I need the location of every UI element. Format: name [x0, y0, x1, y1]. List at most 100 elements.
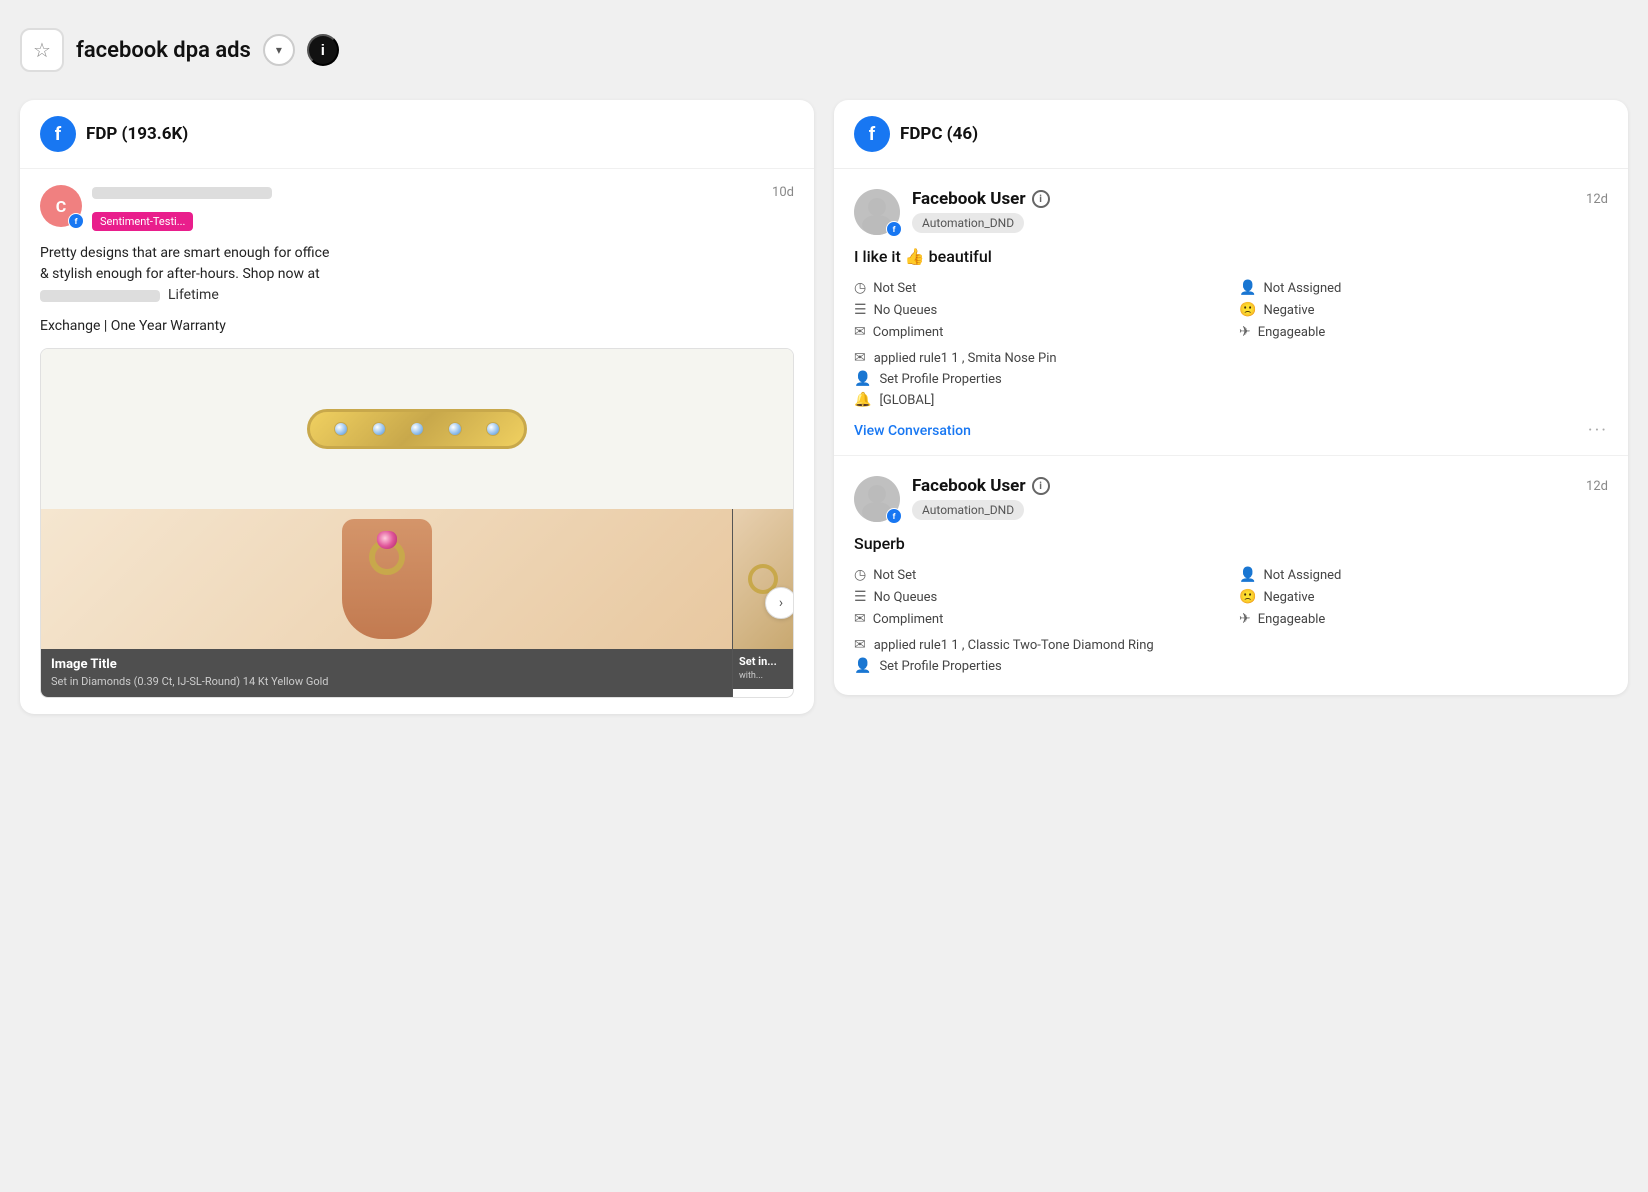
clock-icon-2: ◷ — [854, 567, 866, 583]
meta-profile-1: 👤 Set Profile Properties — [854, 371, 1608, 387]
blurred-username — [92, 187, 272, 199]
post-top: 10d Sentiment-Testi... — [92, 185, 794, 231]
person-icon: 👤 — [1239, 280, 1256, 296]
comment-2-time: 12d — [1586, 479, 1608, 494]
intent-icon: ✉ — [854, 324, 866, 340]
fdpc-panel: f FDPC (46) f Facebook User i 12d — [834, 100, 1628, 695]
carousel-item-1: Image Title Set in Diamonds (0.39 Ct, IJ… — [41, 509, 733, 697]
meta-assigned-1: 👤 Not Assigned — [1239, 280, 1608, 296]
comment-1-username: Facebook User i — [912, 189, 1050, 209]
queue-icon: ☰ — [854, 302, 867, 318]
main-layout: f FDP (193.6K) C f 10d Sentiment-Testi..… — [20, 100, 1628, 714]
fdp-post-card: C f 10d Sentiment-Testi... Pretty design… — [20, 169, 814, 714]
carousel-item-1-subtitle: Set in Diamonds (0.39 Ct, IJ-SL-Round) 1… — [51, 675, 722, 689]
comment-1-time: 12d — [1586, 192, 1608, 207]
chevron-down-icon: ▾ — [276, 43, 282, 57]
comment-2-message: Superb — [854, 534, 1608, 553]
comment-1-header: f Facebook User i 12d Automation_DND — [854, 189, 1608, 235]
comment-card-2: f Facebook User i 12d Automation_DND — [834, 456, 1628, 695]
comment-2-fb-badge: f — [886, 508, 902, 524]
ring-visual-container — [41, 509, 732, 649]
fdpc-fb-icon: f — [854, 116, 890, 152]
fdpc-panel-title: FDPC (46) — [900, 124, 978, 144]
comment-2-badge: Automation_DND — [912, 500, 1024, 520]
comment-1-meta-grid: ◷ Not Set 👤 Not Assigned ☰ No Queues 🙁 N… — [854, 280, 1608, 340]
post-top-row: 10d — [92, 185, 794, 200]
comment-1-badge: Automation_DND — [912, 213, 1024, 233]
carousel-item-1-title: Image Title — [51, 657, 722, 672]
page-title: facebook dpa ads — [76, 38, 251, 63]
rule-icon: ✉ — [854, 350, 866, 366]
comment-2-meta-grid: ◷ Not Set 👤 Not Assigned ☰ No Queues 🙁 N… — [854, 567, 1608, 627]
fdp-panel-title: FDP (193.6K) — [86, 124, 188, 144]
meta-assigned-2: 👤 Not Assigned — [1239, 567, 1608, 583]
app-header: ☆ facebook dpa ads ▾ i — [20, 20, 1628, 80]
fb-badge: f — [68, 213, 84, 229]
comment-1-fb-badge: f — [886, 221, 902, 237]
clock-icon: ◷ — [854, 280, 866, 296]
meta-intent-2: ✉ Compliment — [854, 611, 1223, 627]
comment-2-info-icon: i — [1032, 477, 1050, 495]
meta-queues-2: ☰ No Queues — [854, 589, 1223, 605]
sentiment-icon: 🙁 — [1239, 302, 1256, 318]
carousel-item-2-overlay: Set in... with... — [733, 649, 793, 689]
meta-engageable-1: ✈ Engageable — [1239, 324, 1608, 340]
post-time: 10d — [772, 185, 794, 200]
gem-1 — [334, 422, 348, 436]
engageable-icon: ✈ — [1239, 324, 1251, 340]
carousel-top — [41, 349, 793, 509]
engageable-icon-2: ✈ — [1239, 611, 1251, 627]
intent-icon-2: ✉ — [854, 611, 866, 627]
fdp-panel: f FDP (193.6K) C f 10d Sentiment-Testi..… — [20, 100, 814, 714]
carousel-next-button[interactable]: › — [765, 587, 794, 619]
queue-icon-2: ☰ — [854, 589, 867, 605]
meta-profile-2: 👤 Set Profile Properties — [854, 658, 1608, 674]
meta-sentiment-1: 🙁 Negative — [1239, 302, 1608, 318]
comment-1-user-row: Facebook User i 12d — [912, 189, 1608, 209]
profile-icon: 👤 — [854, 371, 871, 387]
meta-queues-1: ☰ No Queues — [854, 302, 1223, 318]
post-footer: Exchange | One Year Warranty — [40, 318, 794, 334]
comment-1-user-info: Facebook User i 12d Automation_DND — [912, 189, 1608, 233]
meta-intent-1: ✉ Compliment — [854, 324, 1223, 340]
comment-2-avatar: f — [854, 476, 900, 522]
meta-global-1: 🔔 [GLOBAL] — [854, 392, 1608, 408]
comment-2-user-row: Facebook User i 12d — [912, 476, 1608, 496]
gem-4 — [448, 422, 462, 436]
comment-2-user-info: Facebook User i 12d Automation_DND — [912, 476, 1608, 520]
carousel-items-row: Image Title Set in Diamonds (0.39 Ct, IJ… — [41, 509, 793, 697]
comment-card-1: f Facebook User i 12d Automation_DND — [834, 169, 1628, 456]
sentiment-tag: Sentiment-Testi... — [92, 212, 193, 231]
carousel-item-2-subtitle: with... — [739, 671, 787, 683]
post-subtext: Lifetime — [40, 285, 794, 306]
sentiment-icon-2: 🙁 — [1239, 589, 1256, 605]
fdpc-panel-header: f FDPC (46) — [834, 100, 1628, 169]
gem-2 — [372, 422, 386, 436]
view-conversation-link-1[interactable]: View Conversation — [854, 423, 971, 439]
gem-5 — [486, 422, 500, 436]
comment-1-info-icon: i — [1032, 190, 1050, 208]
star-button[interactable]: ☆ — [20, 28, 64, 72]
profile-icon-2: 👤 — [854, 658, 871, 674]
gem-3 — [410, 422, 424, 436]
dropdown-button[interactable]: ▾ — [263, 34, 295, 66]
info-button[interactable]: i — [307, 34, 339, 66]
fdp-panel-header: f FDP (193.6K) — [20, 100, 814, 169]
global-icon: 🔔 — [854, 392, 871, 408]
info-icon: i — [321, 42, 325, 59]
comment-2-username: Facebook User i — [912, 476, 1050, 496]
product-carousel: Image Title Set in Diamonds (0.39 Ct, IJ… — [40, 348, 794, 698]
rule-icon-2: ✉ — [854, 637, 866, 653]
fdp-fb-icon: f — [40, 116, 76, 152]
blurred-link — [40, 290, 160, 302]
meta-rule-1: ✉ applied rule1 1 , Smita Nose Pin — [854, 350, 1608, 366]
person-icon-2: 👤 — [1239, 567, 1256, 583]
star-icon: ☆ — [33, 38, 51, 63]
post-text: Pretty designs that are smart enough for… — [40, 243, 794, 306]
meta-status-2: ◷ Not Set — [854, 567, 1223, 583]
carousel-item-2-title: Set in... — [739, 655, 787, 668]
post-meta-row: C f 10d Sentiment-Testi... — [40, 185, 794, 231]
meta-engageable-2: ✈ Engageable — [1239, 611, 1608, 627]
comment-2-header: f Facebook User i 12d Automation_DND — [854, 476, 1608, 522]
more-options-1[interactable]: ··· — [1588, 420, 1608, 441]
